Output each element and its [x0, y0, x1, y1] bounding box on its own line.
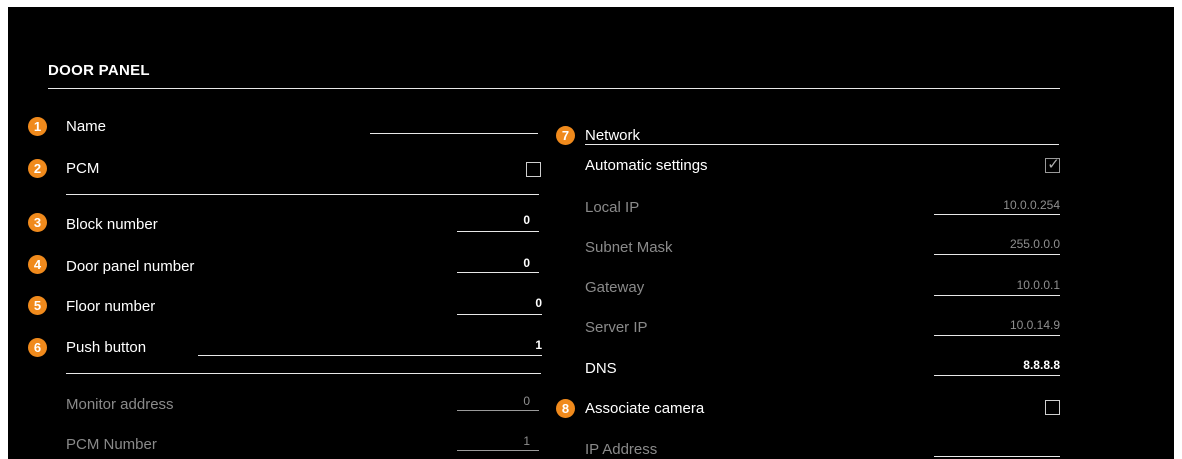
- monitor-address-underline: [457, 410, 539, 411]
- network-heading: Network: [585, 127, 641, 144]
- push-button-label: Push button: [66, 339, 147, 356]
- pcm-number-label: PCM Number: [66, 436, 157, 453]
- door-panel-number-input[interactable]: 0: [457, 256, 530, 270]
- server-ip-label: Server IP: [585, 319, 648, 336]
- door-panel-number-label: Door panel number: [66, 258, 195, 275]
- subnet-mask-label: Subnet Mask: [585, 239, 673, 256]
- gateway-label: Gateway: [585, 279, 645, 296]
- network-divider: [585, 144, 1059, 145]
- pcm-checkbox[interactable]: [526, 162, 541, 177]
- associate-camera-label: Associate camera: [585, 400, 705, 417]
- door-panel-settings: DOOR PANEL 1 Name 2 PCM 3 Block number 0…: [8, 7, 1174, 459]
- local-ip-label: Local IP: [585, 199, 640, 216]
- block-number-underline: [457, 231, 539, 232]
- ip-address-underline: [934, 456, 1060, 457]
- page-title: DOOR PANEL: [48, 62, 150, 79]
- dns-input[interactable]: 8.8.8.8: [934, 358, 1060, 372]
- floor-number-underline: [457, 314, 542, 315]
- automatic-settings-checkbox[interactable]: ✓: [1045, 155, 1060, 173]
- dns-underline: [934, 375, 1060, 376]
- automatic-settings-label: Automatic settings: [585, 157, 708, 174]
- dns-label: DNS: [585, 360, 617, 377]
- floor-number-label: Floor number: [66, 298, 156, 315]
- server-ip-underline: [934, 335, 1060, 336]
- section-divider-1: [66, 194, 539, 195]
- ip-address-label: IP Address: [585, 441, 658, 458]
- local-ip-input[interactable]: 10.0.0.254: [934, 198, 1060, 212]
- step-badge-1: 1: [28, 117, 47, 136]
- block-number-input[interactable]: 0: [457, 213, 530, 227]
- floor-number-input[interactable]: 0: [457, 296, 542, 310]
- gateway-input[interactable]: 10.0.0.1: [934, 278, 1060, 292]
- checkmark-icon: ✓: [1047, 155, 1060, 173]
- name-label: Name: [66, 118, 107, 135]
- associate-camera-checkbox[interactable]: [1045, 400, 1060, 415]
- block-number-label: Block number: [66, 216, 158, 233]
- subnet-mask-underline: [934, 254, 1060, 255]
- step-badge-4: 4: [28, 255, 47, 274]
- section-divider-2: [66, 373, 541, 374]
- server-ip-input[interactable]: 10.0.14.9: [934, 318, 1060, 332]
- door-panel-number-underline: [457, 272, 539, 273]
- name-input-underline: [370, 133, 538, 134]
- step-badge-8: 8: [556, 399, 575, 418]
- step-badge-6: 6: [28, 338, 47, 357]
- pcm-label: PCM: [66, 160, 100, 177]
- step-badge-5: 5: [28, 296, 47, 315]
- step-badge-3: 3: [28, 213, 47, 232]
- push-button-input[interactable]: 1: [198, 338, 542, 352]
- monitor-address-label: Monitor address: [66, 396, 174, 413]
- subnet-mask-input[interactable]: 255.0.0.0: [934, 237, 1060, 251]
- title-divider: [48, 88, 1060, 89]
- monitor-address-input[interactable]: 0: [457, 394, 530, 408]
- local-ip-underline: [934, 214, 1060, 215]
- gateway-underline: [934, 295, 1060, 296]
- pcm-number-input[interactable]: 1: [457, 434, 530, 448]
- step-badge-2: 2: [28, 159, 47, 178]
- push-button-underline: [198, 355, 542, 356]
- step-badge-7: 7: [556, 126, 575, 145]
- pcm-number-underline: [457, 450, 539, 451]
